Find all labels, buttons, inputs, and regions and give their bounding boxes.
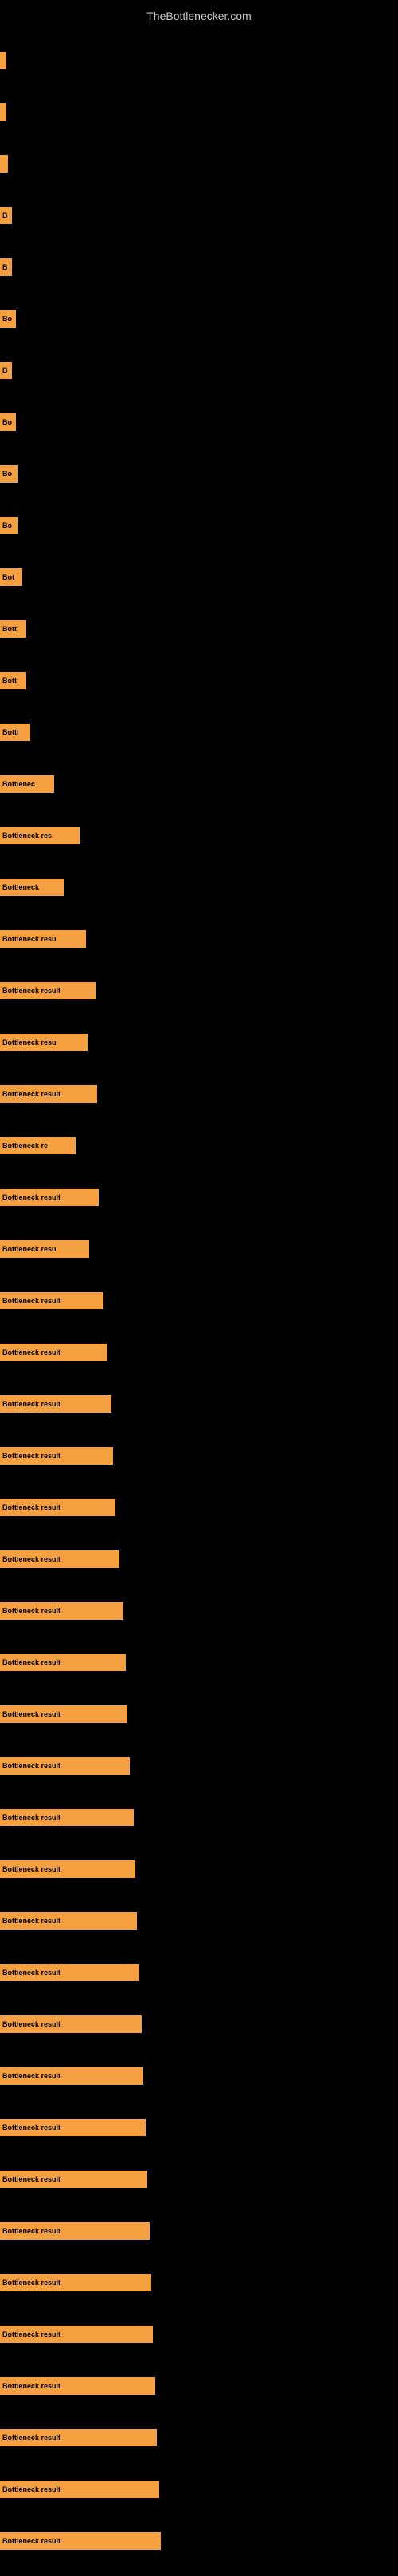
bar-row-2 [0, 103, 398, 147]
bar-row-4: B [0, 207, 398, 250]
bar-row-22: Bottleneck re [0, 1137, 398, 1181]
bar-label-4: B [0, 207, 12, 224]
bar-row-39: Bottleneck result [0, 2015, 398, 2059]
bar-label-49: Bottleneck result [0, 2532, 161, 2550]
bar-label-29: Bottleneck result [0, 1499, 115, 1516]
bar-row-24: Bottleneck resu [0, 1240, 398, 1284]
bar-label-34: Bottleneck result [0, 1757, 130, 1775]
bar-row-26: Bottleneck result [0, 1344, 398, 1387]
bar-label-40: Bottleneck result [0, 2067, 143, 2085]
bar-label-39: Bottleneck result [0, 2015, 142, 2033]
bar-label-30: Bottleneck result [0, 1550, 119, 1568]
bar-row-48: Bottleneck result [0, 2481, 398, 2524]
bar-label-6: Bo [0, 310, 16, 328]
bar-row-14: Bottl [0, 724, 398, 767]
bar-label-25: Bottleneck result [0, 1292, 103, 1309]
bar-row-27: Bottleneck result [0, 1395, 398, 1439]
bar-row-23: Bottleneck result [0, 1189, 398, 1232]
bar-label-35: Bottleneck result [0, 1809, 134, 1826]
bar-row-18: Bottleneck resu [0, 930, 398, 974]
bar-row-45: Bottleneck result [0, 2326, 398, 2369]
bar-label-9: Bo [0, 465, 18, 483]
bar-row-16: Bottleneck res [0, 827, 398, 871]
bar-label-5: B [0, 258, 12, 276]
bar-label-36: Bottleneck result [0, 1860, 135, 1878]
bar-row-21: Bottleneck result [0, 1085, 398, 1129]
bar-row-46: Bottleneck result [0, 2377, 398, 2421]
bar-row-43: Bottleneck result [0, 2222, 398, 2266]
bar-row-7: B [0, 362, 398, 405]
bar-row-32: Bottleneck result [0, 1654, 398, 1697]
bar-row-31: Bottleneck result [0, 1602, 398, 1646]
bar-row-1 [0, 52, 398, 95]
bar-row-28: Bottleneck result [0, 1447, 398, 1491]
bar-row-19: Bottleneck result [0, 982, 398, 1026]
bar-row-13: Bott [0, 672, 398, 716]
bar-label-42: Bottleneck result [0, 2171, 147, 2188]
bar-label-41: Bottleneck result [0, 2119, 146, 2136]
bar-row-30: Bottleneck result [0, 1550, 398, 1594]
bar-label-22: Bottleneck re [0, 1137, 76, 1154]
bar-row-35: Bottleneck result [0, 1809, 398, 1852]
bar-row-34: Bottleneck result [0, 1757, 398, 1801]
bar-label-45: Bottleneck result [0, 2326, 153, 2343]
bar-label-20: Bottleneck resu [0, 1034, 88, 1051]
bar-label-8: Bo [0, 413, 16, 431]
bar-label-24: Bottleneck resu [0, 1240, 89, 1258]
bar-label-44: Bottleneck result [0, 2274, 151, 2291]
bar-row-29: Bottleneck result [0, 1499, 398, 1542]
bar-label-2 [0, 103, 6, 121]
bar-label-31: Bottleneck result [0, 1602, 123, 1620]
bar-label-15: Bottlenec [0, 775, 54, 793]
bar-row-36: Bottleneck result [0, 1860, 398, 1904]
bar-label-28: Bottleneck result [0, 1447, 113, 1465]
bar-row-12: Bott [0, 620, 398, 664]
bar-row-8: Bo [0, 413, 398, 457]
bar-row-9: Bo [0, 465, 398, 509]
bar-row-42: Bottleneck result [0, 2171, 398, 2214]
bar-label-10: Bo [0, 517, 18, 534]
bar-label-33: Bottleneck result [0, 1705, 127, 1723]
bar-label-14: Bottl [0, 724, 30, 741]
bar-label-43: Bottleneck result [0, 2222, 150, 2240]
bar-label-21: Bottleneck result [0, 1085, 97, 1103]
bar-row-49: Bottleneck result [0, 2532, 398, 2576]
bar-label-19: Bottleneck result [0, 982, 96, 999]
bar-label-1 [0, 52, 6, 69]
bar-label-37: Bottleneck result [0, 1912, 137, 1930]
bar-row-38: Bottleneck result [0, 1964, 398, 2008]
bar-label-16: Bottleneck res [0, 827, 80, 844]
bar-row-5: B [0, 258, 398, 302]
bar-label-27: Bottleneck result [0, 1395, 111, 1413]
bar-row-11: Bot [0, 568, 398, 612]
bar-label-47: Bottleneck result [0, 2429, 157, 2446]
bar-row-47: Bottleneck result [0, 2429, 398, 2473]
bar-row-20: Bottleneck resu [0, 1034, 398, 1077]
bar-row-33: Bottleneck result [0, 1705, 398, 1749]
bar-label-46: Bottleneck result [0, 2377, 155, 2395]
bar-row-17: Bottleneck [0, 879, 398, 922]
bar-row-40: Bottleneck result [0, 2067, 398, 2111]
bar-label-7: B [0, 362, 12, 379]
bar-label-48: Bottleneck result [0, 2481, 159, 2498]
bar-row-41: Bottleneck result [0, 2119, 398, 2163]
bar-label-12: Bott [0, 620, 26, 638]
bar-row-15: Bottlenec [0, 775, 398, 819]
bar-row-3 [0, 155, 398, 199]
bar-label-17: Bottleneck [0, 879, 64, 896]
bar-row-10: Bo [0, 517, 398, 561]
bar-row-6: Bo [0, 310, 398, 354]
bar-label-38: Bottleneck result [0, 1964, 139, 1981]
bar-row-44: Bottleneck result [0, 2274, 398, 2318]
bar-label-26: Bottleneck result [0, 1344, 107, 1361]
bar-label-32: Bottleneck result [0, 1654, 126, 1671]
bar-label-13: Bott [0, 672, 26, 689]
bar-row-37: Bottleneck result [0, 1912, 398, 1956]
site-title: TheBottlenecker.com [0, 3, 398, 29]
bar-label-11: Bot [0, 568, 22, 586]
bar-label-23: Bottleneck result [0, 1189, 99, 1206]
bar-label-3 [0, 155, 8, 173]
bar-label-18: Bottleneck resu [0, 930, 86, 948]
bar-row-25: Bottleneck result [0, 1292, 398, 1336]
